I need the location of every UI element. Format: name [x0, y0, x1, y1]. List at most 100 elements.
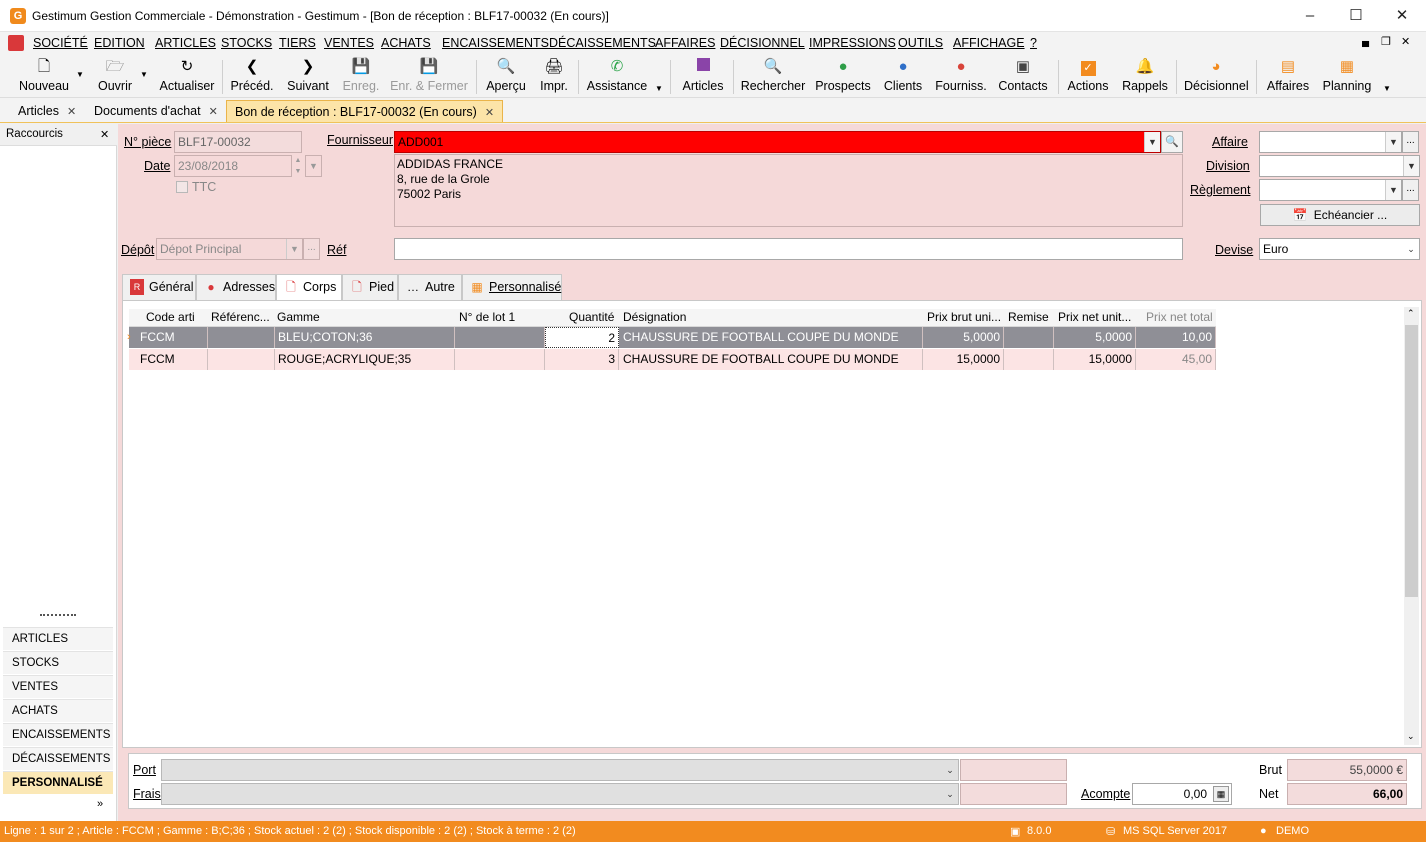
frais-dropdown-icon[interactable]: ⌄ [942, 784, 958, 804]
menu-societe[interactable]: SOCIÉTÉ [33, 36, 88, 50]
maximize-button[interactable]: ☐ [1333, 0, 1379, 32]
scroll-up-icon[interactable]: ⌃ [1407, 308, 1415, 319]
fournisseur-dropdown-icon[interactable]: ▼ [1144, 132, 1160, 152]
division-field[interactable]: ▼ [1259, 155, 1420, 177]
close-tab-icon[interactable]: ✕ [485, 107, 494, 119]
actualiser-button[interactable]: ↻ Actualiser [158, 57, 216, 97]
splitter-grip[interactable] [40, 614, 76, 618]
sidebar-item-encaissements[interactable]: ENCAISSEMENTS [3, 723, 113, 746]
sidebar-item-achats[interactable]: ACHATS [3, 699, 113, 722]
column-header[interactable]: Prix net unit... [1058, 310, 1131, 324]
column-header[interactable]: Désignation [623, 310, 686, 324]
menu-stocks[interactable]: STOCKS [221, 36, 272, 50]
actions-button[interactable]: ✓ Actions [1064, 57, 1112, 97]
frais-amount[interactable] [960, 783, 1067, 805]
sidebar-item-personnalise[interactable]: PERSONNALISÉ [3, 771, 113, 794]
ref-field[interactable] [394, 238, 1183, 260]
column-header[interactable]: Référenc... [211, 310, 270, 324]
column-header[interactable]: Prix net total [1146, 310, 1213, 324]
sidebar-item-stocks[interactable]: STOCKS [3, 651, 113, 674]
sidebar-item-articles[interactable]: ARTICLES [3, 627, 113, 650]
affaire-more-button[interactable]: ... [1402, 131, 1419, 153]
enregistrer-button[interactable]: 💾 Enreg. [339, 57, 383, 97]
port-dropdown-icon[interactable]: ⌄ [942, 760, 958, 780]
column-header[interactable]: Prix brut uni... [927, 310, 1001, 324]
sidebar-item-ventes[interactable]: VENTES [3, 675, 113, 698]
close-tab-icon[interactable]: ✕ [67, 106, 76, 118]
fournisseur-search-icon[interactable]: 🔍 [1161, 131, 1183, 153]
depot-more-button[interactable]: ... [303, 238, 320, 260]
close-tab-icon[interactable]: ✕ [209, 106, 218, 118]
tab-autre[interactable]: … Autre [398, 274, 462, 300]
menu-decaissements[interactable]: DÉCAISSEMENTS [549, 36, 656, 50]
date-dropdown-icon[interactable]: ▼ [305, 155, 322, 177]
port-amount[interactable] [960, 759, 1067, 781]
frais-select[interactable]: ⌄ [161, 783, 959, 805]
tab-articles[interactable]: Articles ✕ [10, 100, 84, 122]
affaires-button[interactable]: ▤ Affaires [1264, 57, 1312, 97]
column-header[interactable]: Code arti [146, 310, 195, 324]
sidebar-close-icon[interactable]: ✕ [100, 128, 109, 141]
suivant-button[interactable]: ❯ Suivant [285, 57, 331, 97]
date-spinner-icon[interactable]: ▲ ▼ [292, 155, 304, 177]
date-field[interactable]: 23/08/2018 [174, 155, 292, 177]
tab-pied[interactable]: 🗋 Pied [342, 274, 398, 300]
menu-outils[interactable]: OUTILS [898, 36, 943, 50]
precedent-button[interactable]: ❮ Précéd. [229, 57, 275, 97]
articles-button[interactable]: Articles [680, 57, 726, 97]
enregistrer-fermer-button[interactable]: 💾 Enr. & Fermer [390, 57, 468, 97]
menu-impressions[interactable]: IMPRESSIONS [809, 36, 896, 50]
sidebar-item-decaissements[interactable]: DÉCAISSEMENTS [3, 747, 113, 770]
affaire-field[interactable]: ▼ [1259, 131, 1402, 153]
apercu-button[interactable]: 🔍 Aperçu [484, 57, 528, 97]
fournisseurs-button[interactable]: ● Fourniss. [934, 57, 988, 97]
menu-help[interactable]: ? [1030, 36, 1037, 50]
depot-field[interactable]: Dépot Principal ▼ [156, 238, 303, 260]
depot-dropdown-icon[interactable]: ▼ [286, 239, 302, 259]
nouveau-button[interactable]: 🗋 Nouveau [16, 57, 72, 97]
imprimer-button[interactable]: 🖨 Impr. [536, 57, 572, 97]
fournisseur-field[interactable]: ADD001 ▼ [394, 131, 1161, 153]
decisionnel-button[interactable]: ◕ Décisionnel [1184, 57, 1249, 97]
tab-general[interactable]: R Général [122, 274, 196, 300]
calculator-icon[interactable]: ▦ [1213, 786, 1229, 802]
table-row[interactable]: › FCCM BLEU;COTON;36 2 CHAUSSURE DE FOOT… [127, 327, 1216, 348]
npiece-field[interactable]: BLF17-00032 [174, 131, 302, 153]
mdi-close-icon[interactable]: ✕ [1401, 35, 1410, 48]
devise-dropdown-icon[interactable]: ⌄ [1403, 239, 1419, 259]
menu-edition[interactable]: EDITION [94, 36, 145, 50]
menu-tiers[interactable]: TIERS [279, 36, 316, 50]
column-header[interactable]: N° de lot 1 [459, 310, 515, 324]
contacts-button[interactable]: ▣ Contacts [996, 57, 1050, 97]
column-header[interactable]: Remise [1008, 310, 1049, 324]
affaire-dropdown-icon[interactable]: ▼ [1385, 132, 1401, 152]
menu-encaissements[interactable]: ENCAISSEMENTS [442, 36, 549, 50]
expand-down-icon[interactable]: » [97, 798, 103, 810]
rechercher-button[interactable]: 🔍 Rechercher [740, 57, 806, 97]
table-row[interactable]: FCCM ROUGE;ACRYLIQUE;35 3 CHAUSSURE DE F… [129, 349, 1216, 370]
overflow-icon[interactable]: ▼ [655, 84, 663, 93]
scrollbar-thumb[interactable] [1405, 325, 1418, 597]
echeancier-button[interactable]: 📅 Echéancier ... [1260, 204, 1420, 226]
devise-field[interactable]: Euro ⌄ [1259, 238, 1420, 260]
ouvrir-dropdown-icon[interactable]: ▼ [140, 70, 148, 79]
nouveau-dropdown-icon[interactable]: ▼ [76, 70, 84, 79]
menu-achats[interactable]: ACHATS [381, 36, 431, 50]
reglement-more-button[interactable]: ... [1402, 179, 1419, 201]
menu-articles[interactable]: ARTICLES [155, 36, 216, 50]
menu-affaires[interactable]: AFFAIRES [655, 36, 715, 50]
ouvrir-button[interactable]: 🗁 Ouvrir [92, 57, 138, 97]
tab-documents-achat[interactable]: Documents d'achat ✕ [86, 100, 226, 122]
column-header[interactable]: Gamme [277, 310, 320, 324]
reglement-field[interactable]: ▼ [1259, 179, 1402, 201]
tab-corps[interactable]: 🗋 Corps [276, 274, 342, 301]
ttc-checkbox[interactable] [176, 181, 188, 193]
tab-adresses[interactable]: ● Adresses [196, 274, 276, 300]
planning-button[interactable]: ▦ Planning [1320, 57, 1374, 97]
menu-ventes[interactable]: VENTES [324, 36, 374, 50]
clients-button[interactable]: ● Clients [880, 57, 926, 97]
prospects-button[interactable]: ● Prospects [814, 57, 872, 97]
close-button[interactable]: ✕ [1379, 0, 1425, 32]
vertical-scrollbar[interactable]: ⌃ ⌄ [1404, 307, 1419, 745]
assistance-button[interactable]: ✆ Assistance [586, 57, 648, 97]
